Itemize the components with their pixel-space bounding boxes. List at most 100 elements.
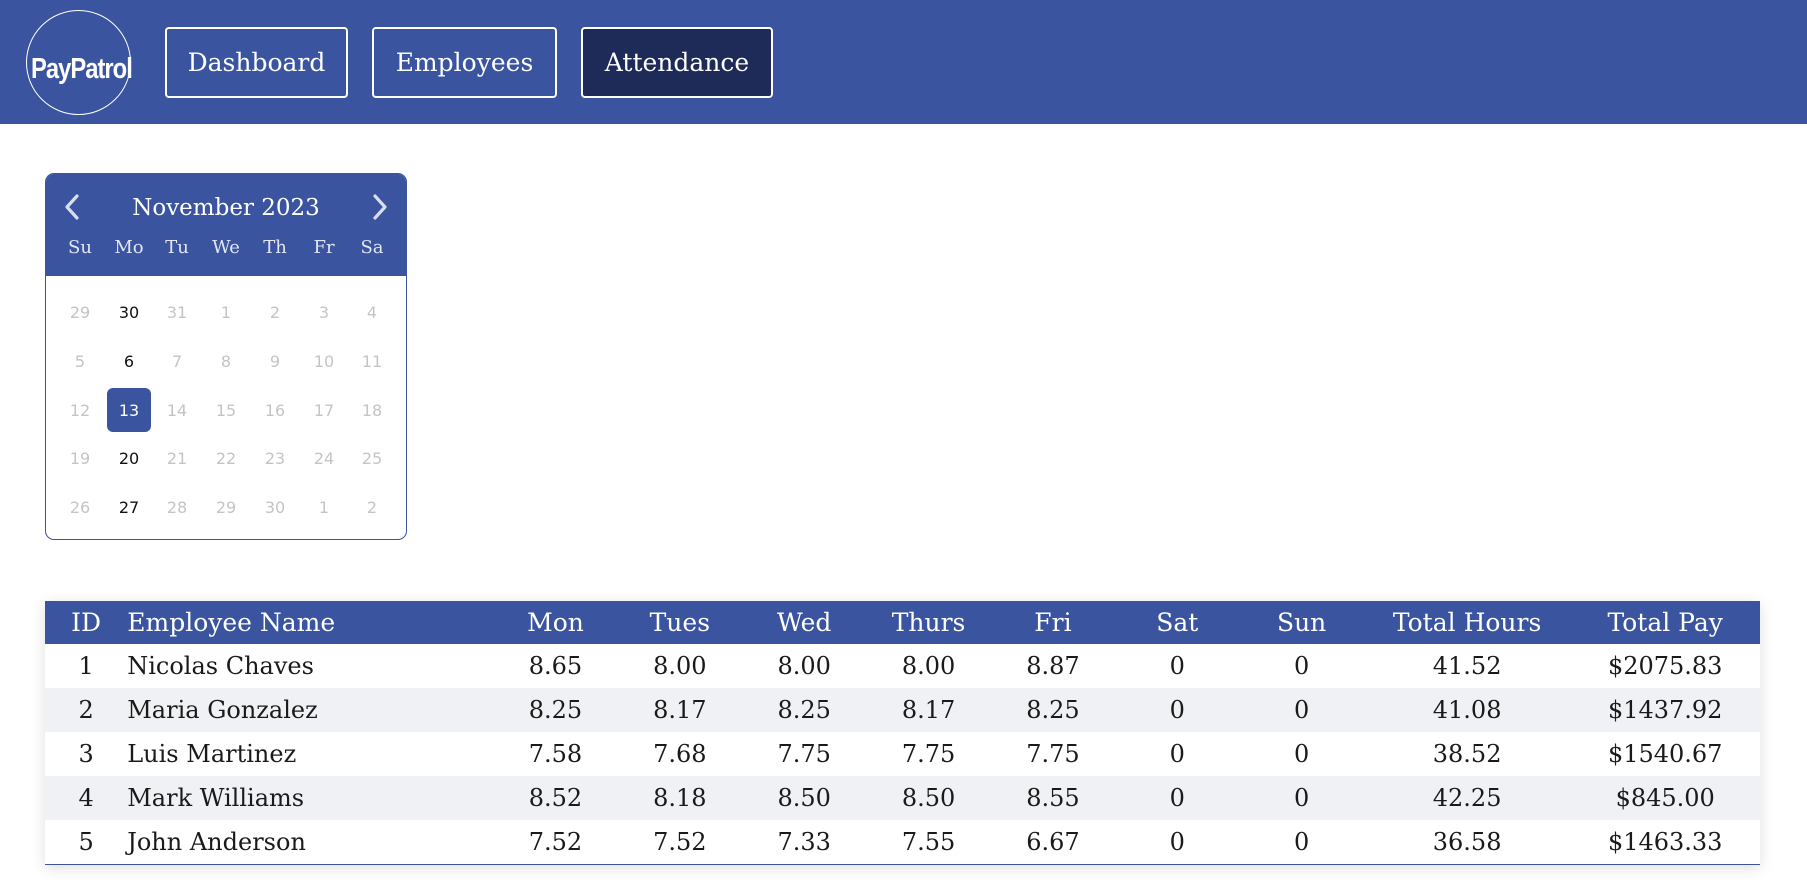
cell-id: 4 [45,776,128,820]
column-header-id: ID [45,601,128,644]
cell-sun: 0 [1293,828,1310,856]
cell-total-hours: 42.25 [1363,776,1571,820]
calendar-day: 24 [313,448,335,468]
calendar-day: 21 [166,448,188,468]
calendar-day: 10 [313,351,335,371]
weekday-label: Mo [114,237,144,258]
calendar-day: 3 [318,302,330,322]
calendar-day: 2 [269,302,281,322]
cell-id: 5 [78,828,94,856]
calendar-day: 29 [69,302,91,322]
calendar-day: 7 [171,351,183,371]
cell-total-pay: $1540.67 [1607,740,1723,768]
cell-id: 2 [45,688,128,732]
column-header-total-pay: Total Pay [1570,601,1760,644]
cell-wed: 8.50 [742,776,867,820]
calendar-day: 31 [166,302,188,322]
calendar-day: 11 [361,351,383,371]
calendar-day-selected[interactable]: 13 [107,388,151,432]
nav-attendance-button[interactable]: Attendance [581,27,773,98]
weekday-label: Sa [360,237,384,258]
calendar-day[interactable]: 6 [107,339,151,383]
weekday-label: Tu [165,237,189,258]
calendar-day: 8 [220,351,232,371]
table-row[interactable]: 4 Mark Williams 8.52 8.18 8.50 8.50 8.55 0 0 42.2… [45,776,1760,820]
cell-thurs: 8.00 [901,652,956,680]
column-header-total-hours: Total Hours [1363,601,1571,644]
weekday-header-row: Su Mo Tu We Th Fr Sa [46,237,406,265]
column-header-sat: Sat [1115,601,1240,644]
column-header-sun: Sun [1239,601,1364,644]
cell-tues: 7.52 [653,828,707,856]
cell-sun: 0 [1239,776,1364,820]
calendar-day: 18 [361,400,383,420]
table-body: 1 Nicolas Chaves 8.65 8.00 8.00 8.00 8.87 0 0 41.… [45,644,1760,864]
cell-wed: 8.00 [777,652,831,680]
table-row[interactable]: 2 Maria Gonzalez 8.25 8.17 8.25 8.17 8.25 0 0 41.… [45,688,1760,732]
calendar-day: 5 [74,351,86,371]
column-header-employee-name: Employee Name [127,601,494,644]
cell-mon: 8.25 [493,688,618,732]
column-header-fri: Fri [990,601,1116,644]
column-header-wed: Wed [742,601,867,644]
cell-thurs: 8.50 [866,776,991,820]
cell-id: 3 [78,740,94,768]
cell-id: 1 [78,652,94,680]
calendar-day: 4 [366,302,378,322]
calendar-day[interactable]: 20 [107,436,151,480]
cell-sat: 0 [1115,688,1240,732]
cell-total-pay: $1437.92 [1570,688,1760,732]
cell-sat: 0 [1169,828,1185,856]
cell-sat: 0 [1169,652,1185,680]
calendar-day: 15 [215,400,237,420]
calendar-day: 26 [69,497,91,517]
calendar-day[interactable]: 27 [107,485,151,529]
cell-thurs: 7.75 [901,740,956,768]
calendar-day: 1 [220,302,232,322]
column-header-mon: Mon [493,601,618,644]
calendar-month-label: November 2023 [132,195,320,221]
cell-sun: 0 [1293,740,1310,768]
calendar-day: 22 [215,448,237,468]
cell-wed: 8.25 [742,688,867,732]
cell-fri: 8.87 [1026,652,1080,680]
cell-tues: 8.17 [617,688,743,732]
logo[interactable]: PayPatrol [26,10,133,115]
cell-fri: 8.55 [990,776,1116,820]
calendar-day: 16 [264,400,286,420]
calendar-day: 2 [366,497,378,517]
cell-mon: 7.58 [528,740,583,768]
calendar-header: November 2023 Su Mo Tu We Th Fr Sa [46,174,406,276]
nav-employees-button[interactable]: Employees [372,27,557,98]
calendar-day: 29 [215,497,237,517]
column-header-tues: Tues [617,601,743,644]
cell-mon: 8.65 [528,652,583,680]
cell-wed: 7.75 [777,740,831,768]
table-header-row: ID Employee Name Mon Tues Wed Thurs Fri Sat Sun T… [45,601,1760,644]
chevron-right-icon[interactable] [360,187,400,227]
cell-sun: 0 [1293,652,1310,680]
calendar-day[interactable]: 30 [107,290,151,334]
calendar-day: 14 [166,400,188,420]
weekday-label: We [212,237,240,258]
cell-sat: 0 [1115,776,1240,820]
top-navbar: PayPatrol Dashboard Employees Attendance [0,0,1807,124]
table-row[interactable]: 1 Nicolas Chaves 8.65 8.00 8.00 8.00 8.87 0 0 41.… [45,644,1760,688]
calendar-day: 30 [264,497,286,517]
cell-total-pay: $845.00 [1570,776,1760,820]
calendar-day: 1 [318,497,330,517]
logo-text: PayPatrol [31,53,133,85]
cell-fri: 8.25 [990,688,1116,732]
cell-total-hours: 41.52 [1432,652,1502,680]
table-row[interactable]: 5 John Anderson 7.52 7.52 7.33 7.55 6.67 0 0 36.5… [45,820,1760,864]
cell-employee-name: Nicolas Chaves [127,652,314,680]
calendar-day: 17 [313,400,335,420]
nav-dashboard-button[interactable]: Dashboard [165,27,348,98]
table-row[interactable]: 3 Luis Martinez 7.58 7.68 7.75 7.75 7.75 0 0 38.5… [45,732,1760,776]
cell-tues: 7.68 [653,740,707,768]
cell-total-hours: 36.58 [1432,828,1502,856]
cell-total-pay: $1463.33 [1607,828,1723,856]
calendar-day: 12 [69,400,91,420]
cell-employee-name: Maria Gonzalez [127,688,494,732]
cell-employee-name: Mark Williams [127,776,494,820]
